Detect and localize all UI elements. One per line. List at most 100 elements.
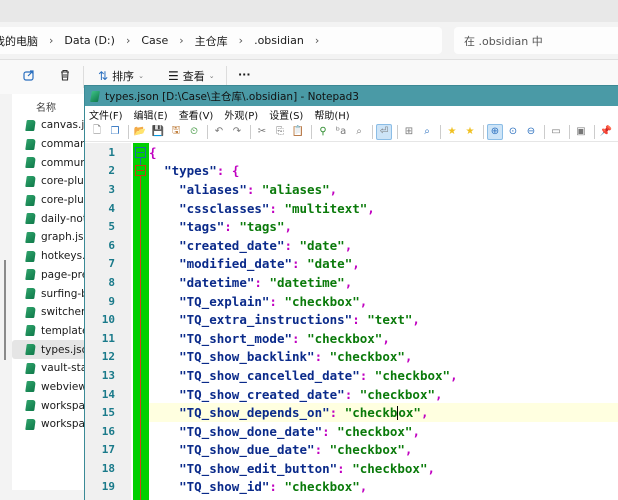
breadcrumb-item[interactable]: Data (D:) (64, 34, 115, 47)
goto-button[interactable]: ⌕ (351, 124, 367, 140)
code-text[interactable]: { (149, 143, 618, 162)
code-text[interactable]: "TQ_show_done_date": "checkbox", (149, 422, 618, 441)
new-window-button[interactable]: ❐ (107, 124, 123, 140)
new-file-button[interactable]: 🗋 (89, 124, 105, 140)
title-bar[interactable]: types.json [D:\Case\主仓库\.obsidian] - Not… (85, 85, 618, 106)
chevron-right-icon[interactable]: › (304, 34, 330, 47)
open-button[interactable]: 📂 (132, 124, 148, 140)
delete-button[interactable] (58, 68, 72, 82)
code-text[interactable]: "TQ_explain": "checkbox", (149, 292, 618, 311)
file-list-item[interactable]: types.json (12, 340, 86, 359)
file-list-item[interactable]: surfing-bookmark.json (12, 284, 86, 303)
view-button[interactable]: ▭ (548, 124, 564, 140)
chevron-right-icon[interactable]: › (38, 34, 64, 47)
code-text[interactable]: "TQ_show_id": "checkbox", (149, 478, 618, 497)
file-list-item[interactable]: canvas.json (12, 116, 86, 135)
cut-button[interactable]: ✂ (254, 124, 270, 140)
find-next-icon: ⌕ (424, 126, 430, 137)
favorite-button[interactable]: ★ (444, 124, 460, 140)
terminal-button[interactable]: ▣ (573, 124, 589, 140)
code-text[interactable]: "TQ_show_backlink": "checkbox", (149, 348, 618, 367)
json-value: "text" (367, 312, 413, 328)
file-list-item[interactable]: core-plugins-migration.json (12, 191, 86, 210)
pin-button[interactable]: 📌 (598, 124, 614, 140)
navigation-scrollbar[interactable] (4, 260, 6, 360)
code-text[interactable]: "TQ_short_mode": "checkbox", (149, 329, 618, 348)
code-text[interactable]: "cssclasses": "multitext", (149, 199, 618, 218)
chevron-right-icon[interactable]: › (168, 34, 194, 47)
menu-item[interactable]: 查看(V) (179, 107, 214, 122)
find-next-button[interactable]: ⌕ (419, 124, 435, 140)
file-list-item[interactable] (12, 108, 86, 116)
menu-item[interactable]: 设置(S) (269, 107, 303, 122)
redo-button[interactable]: ↷ (229, 124, 245, 140)
zoom-reset-button[interactable]: ⊙ (505, 124, 521, 140)
zoom-out-button[interactable]: ⊖ (523, 124, 539, 140)
code-text[interactable]: "modified_date": "date", (149, 255, 618, 274)
fold-button[interactable]: ⊞ (401, 124, 417, 140)
code-text[interactable]: "TQ_show_edit_button": "checkbox", (149, 459, 618, 478)
file-list-item[interactable]: templates.json (12, 322, 86, 341)
breadcrumb-item[interactable]: 主仓库 (195, 33, 228, 49)
json-value: "checkbox" (337, 423, 413, 439)
breadcrumb-item[interactable]: Case (141, 34, 168, 47)
code-text[interactable]: "created_date": "date", (149, 236, 618, 255)
code-text[interactable]: "TQ_show_due_date": "checkbox", (149, 441, 618, 460)
menu-item[interactable]: 帮助(H) (314, 107, 349, 122)
sort-button[interactable]: ⇅ 排序 ⌄ (98, 68, 144, 84)
file-list-item[interactable]: graph.json (12, 228, 86, 247)
undo-button[interactable]: ↶ (211, 124, 227, 140)
menu-item[interactable]: 文件(F) (89, 107, 123, 122)
file-list-item[interactable]: command-palette.json (12, 135, 86, 154)
chevron-right-icon[interactable]: › (115, 34, 141, 47)
file-list-item[interactable]: daily-notes.json (12, 209, 86, 228)
file-list-item[interactable]: switcher.json (12, 303, 86, 322)
paste-button[interactable]: 📋 (290, 124, 306, 140)
line-number: 17 (101, 443, 115, 457)
file-list-item[interactable]: vault-stats.json (12, 359, 86, 378)
open-icon: 📂 (133, 126, 147, 137)
share-button[interactable] (22, 68, 36, 82)
search-input[interactable]: 在 .obsidian 中 (454, 27, 618, 54)
line-number: 5 (108, 220, 115, 234)
menu-item[interactable]: 编辑(E) (134, 107, 168, 122)
find-button[interactable]: ⚲ (315, 124, 331, 140)
word-wrap-button[interactable]: ⏎ (376, 123, 392, 140)
save-button[interactable]: 💾 (150, 124, 166, 140)
view-button[interactable]: ☰ 查看 ⌄ (168, 68, 215, 84)
replace-button[interactable]: ᵇa (333, 124, 349, 140)
code-text[interactable]: "tags": "tags", (149, 217, 618, 236)
more-button[interactable]: ··· (238, 68, 251, 81)
file-list-item[interactable]: hotkeys.json (12, 247, 86, 266)
file-list-item[interactable]: core-plugins.json (12, 172, 86, 191)
toolbar-divider (397, 124, 398, 139)
editor[interactable]: 1{2 "types": {3 "aliases": "aliases", 4 "… (85, 143, 618, 500)
copy-button[interactable]: ⎘ (272, 124, 288, 140)
code-text[interactable]: "types": { (149, 162, 618, 181)
code-text[interactable]: "datetime": "datetime", (149, 273, 618, 292)
code-line: 9 "TQ_explain": "checkbox", (85, 292, 618, 311)
add-favorite-button[interactable]: ★ (462, 124, 478, 140)
file-list-item[interactable]: workspace-mobile.json (12, 415, 86, 434)
goto-icon: ⌕ (356, 126, 362, 137)
code-text[interactable]: "TQ_show_depends_on": "checkb ox", (149, 403, 618, 422)
code-text[interactable]: "TQ_extra_instructions": "text", (149, 310, 618, 329)
code-text[interactable]: "TQ_show_cancelled_date": "checkbox", (149, 366, 618, 385)
save-as-button[interactable]: 🖫 (168, 124, 184, 140)
breadcrumb-item[interactable]: 我的电脑 (0, 33, 38, 49)
zoom-in-button[interactable]: ⊕ (487, 123, 503, 140)
recent-icon: ⏲ (190, 126, 198, 137)
recent-button[interactable]: ⏲ (186, 124, 202, 140)
address-bar[interactable]: 我的电脑›Data (D:)›Case›主仓库›.obsidian› (0, 27, 442, 54)
file-list-item[interactable]: page-preview.json (12, 266, 86, 285)
file-list-item[interactable]: community-plugins.json (12, 153, 86, 172)
code-text[interactable]: "TQ_show_created_date": "checkbox", (149, 385, 618, 404)
file-list-item[interactable]: webviewer.json (12, 378, 86, 397)
chevron-right-icon[interactable]: › (228, 34, 254, 47)
breadcrumb-item[interactable]: .obsidian (254, 34, 304, 47)
file-list-item[interactable]: workspace.json (12, 396, 86, 415)
menu-item[interactable]: 外观(P) (224, 107, 258, 122)
code-text[interactable]: "aliases": "aliases", (149, 180, 618, 199)
